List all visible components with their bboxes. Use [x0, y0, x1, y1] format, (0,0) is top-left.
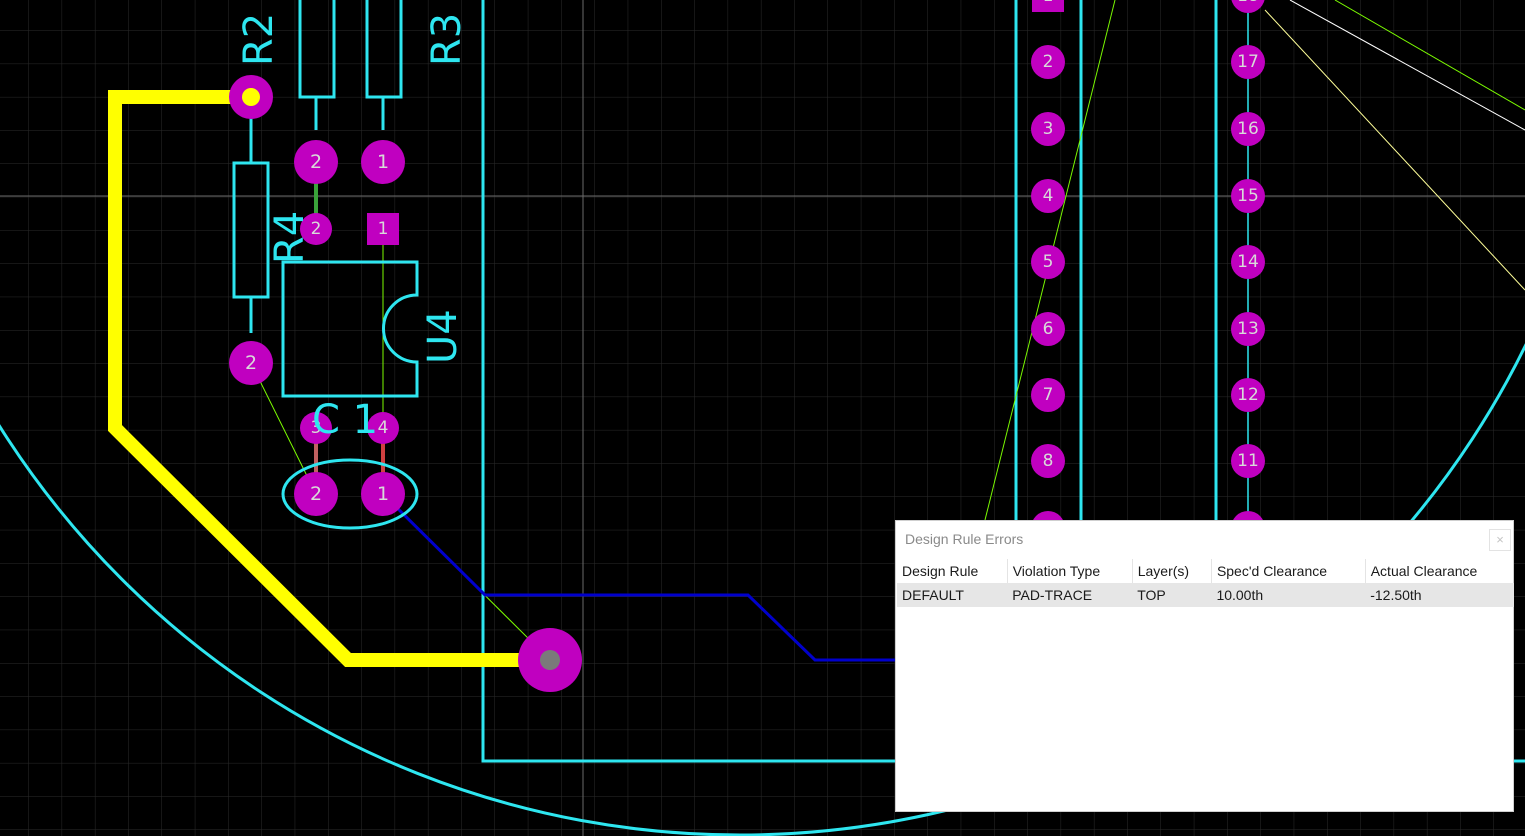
- ic-left-pin-label: 8: [1043, 451, 1054, 471]
- via-pad[interactable]: [518, 628, 582, 692]
- svg-text:1: 1: [377, 483, 389, 505]
- table-row[interactable]: DEFAULT PAD-TRACE TOP 10.00th -12.50th: [897, 583, 1514, 607]
- pad-r2-top[interactable]: [229, 75, 273, 119]
- ic-right-pin[interactable]: 13: [1231, 312, 1265, 346]
- label-r2: R2: [236, 13, 282, 66]
- cell-actual-clearance: -12.50th: [1365, 583, 1514, 607]
- close-button[interactable]: ×: [1489, 529, 1511, 551]
- panel-title: Design Rule Errors: [905, 531, 1024, 547]
- ic-left-pin-label: 1: [1043, 0, 1054, 6]
- ic-right-pin-label: 15: [1237, 186, 1259, 206]
- column-header-specd-clearance[interactable]: Spec'd Clearance: [1211, 559, 1366, 583]
- ic-left-pin-label: 7: [1043, 385, 1054, 405]
- ic-right-pin-label: 18: [1237, 0, 1259, 6]
- pad-c1-pin2[interactable]: 2: [294, 472, 338, 516]
- label-u4: U4: [420, 309, 466, 364]
- ic-left-pin-label: 3: [1043, 119, 1054, 139]
- ic-right-pin[interactable]: 17: [1231, 45, 1265, 79]
- column-header-actual-clearance[interactable]: Actual Clearance: [1365, 559, 1514, 583]
- svg-text:4: 4: [378, 418, 389, 438]
- ic-right-pin[interactable]: 11: [1231, 444, 1265, 478]
- ic-left-pin[interactable]: 3: [1031, 112, 1065, 146]
- svg-text:1: 1: [378, 219, 389, 239]
- label-r3: R3: [424, 13, 470, 66]
- ic-left-pin-label: 5: [1043, 252, 1054, 272]
- ic-left-pin-label: 2: [1043, 52, 1054, 72]
- ic-left-pin[interactable]: 1: [1043, 0, 1054, 6]
- pad-u4-pin1[interactable]: 1: [367, 213, 399, 245]
- ic-right-pin[interactable]: 15: [1231, 179, 1265, 213]
- column-header-layers[interactable]: Layer(s): [1132, 559, 1212, 583]
- pad-c1-pin1[interactable]: 1: [361, 472, 405, 516]
- pad-r3-right[interactable]: 1: [361, 140, 405, 184]
- design-rule-errors-panel: Design Rule Errors × Design Rule Violati…: [895, 520, 1514, 812]
- column-header-violation-type[interactable]: Violation Type: [1007, 559, 1133, 583]
- column-header-design-rule[interactable]: Design Rule: [897, 559, 1008, 583]
- cell-specd-clearance: 10.00th: [1211, 583, 1366, 607]
- ic-right-pin[interactable]: 12: [1231, 378, 1265, 412]
- ic-left-pin[interactable]: 7: [1031, 378, 1065, 412]
- ic-left-pin[interactable]: 4: [1031, 179, 1065, 213]
- ic-right-pin[interactable]: 14: [1231, 245, 1265, 279]
- ic-right-pin-label: 13: [1237, 319, 1259, 339]
- label-c1: C 1: [312, 397, 378, 443]
- ic-right-pin-label: 16: [1237, 119, 1259, 139]
- label-r4: R4: [267, 211, 313, 264]
- drc-table: Design Rule Violation Type Layer(s) Spec…: [897, 559, 1514, 607]
- ic-right-pin-label: 12: [1237, 385, 1259, 405]
- svg-text:2: 2: [245, 352, 257, 374]
- cell-design-rule: DEFAULT: [897, 583, 1008, 607]
- ic-left-pin[interactable]: 2: [1031, 45, 1065, 79]
- svg-text:1: 1: [377, 151, 389, 173]
- ic-left-pin[interactable]: 5: [1031, 245, 1065, 279]
- ic-right-pin-label: 17: [1237, 52, 1259, 72]
- ic-left-pin[interactable]: 6: [1031, 312, 1065, 346]
- ic-left-pin-label: 6: [1043, 319, 1054, 339]
- svg-text:2: 2: [310, 151, 322, 173]
- cell-layers: TOP: [1132, 583, 1212, 607]
- ic-right-pin-label: 11: [1237, 451, 1259, 471]
- svg-text:2: 2: [310, 483, 322, 505]
- ic-right-pin[interactable]: 16: [1231, 112, 1265, 146]
- pad-r4-bottom[interactable]: 2: [229, 341, 273, 385]
- ic-left-pin-label: 4: [1043, 186, 1054, 206]
- pad-r3-left[interactable]: 2: [294, 140, 338, 184]
- cell-violation-type: PAD-TRACE: [1007, 583, 1133, 607]
- ic-left-pin[interactable]: 8: [1031, 444, 1065, 478]
- ic-right-pin-label: 14: [1237, 252, 1259, 272]
